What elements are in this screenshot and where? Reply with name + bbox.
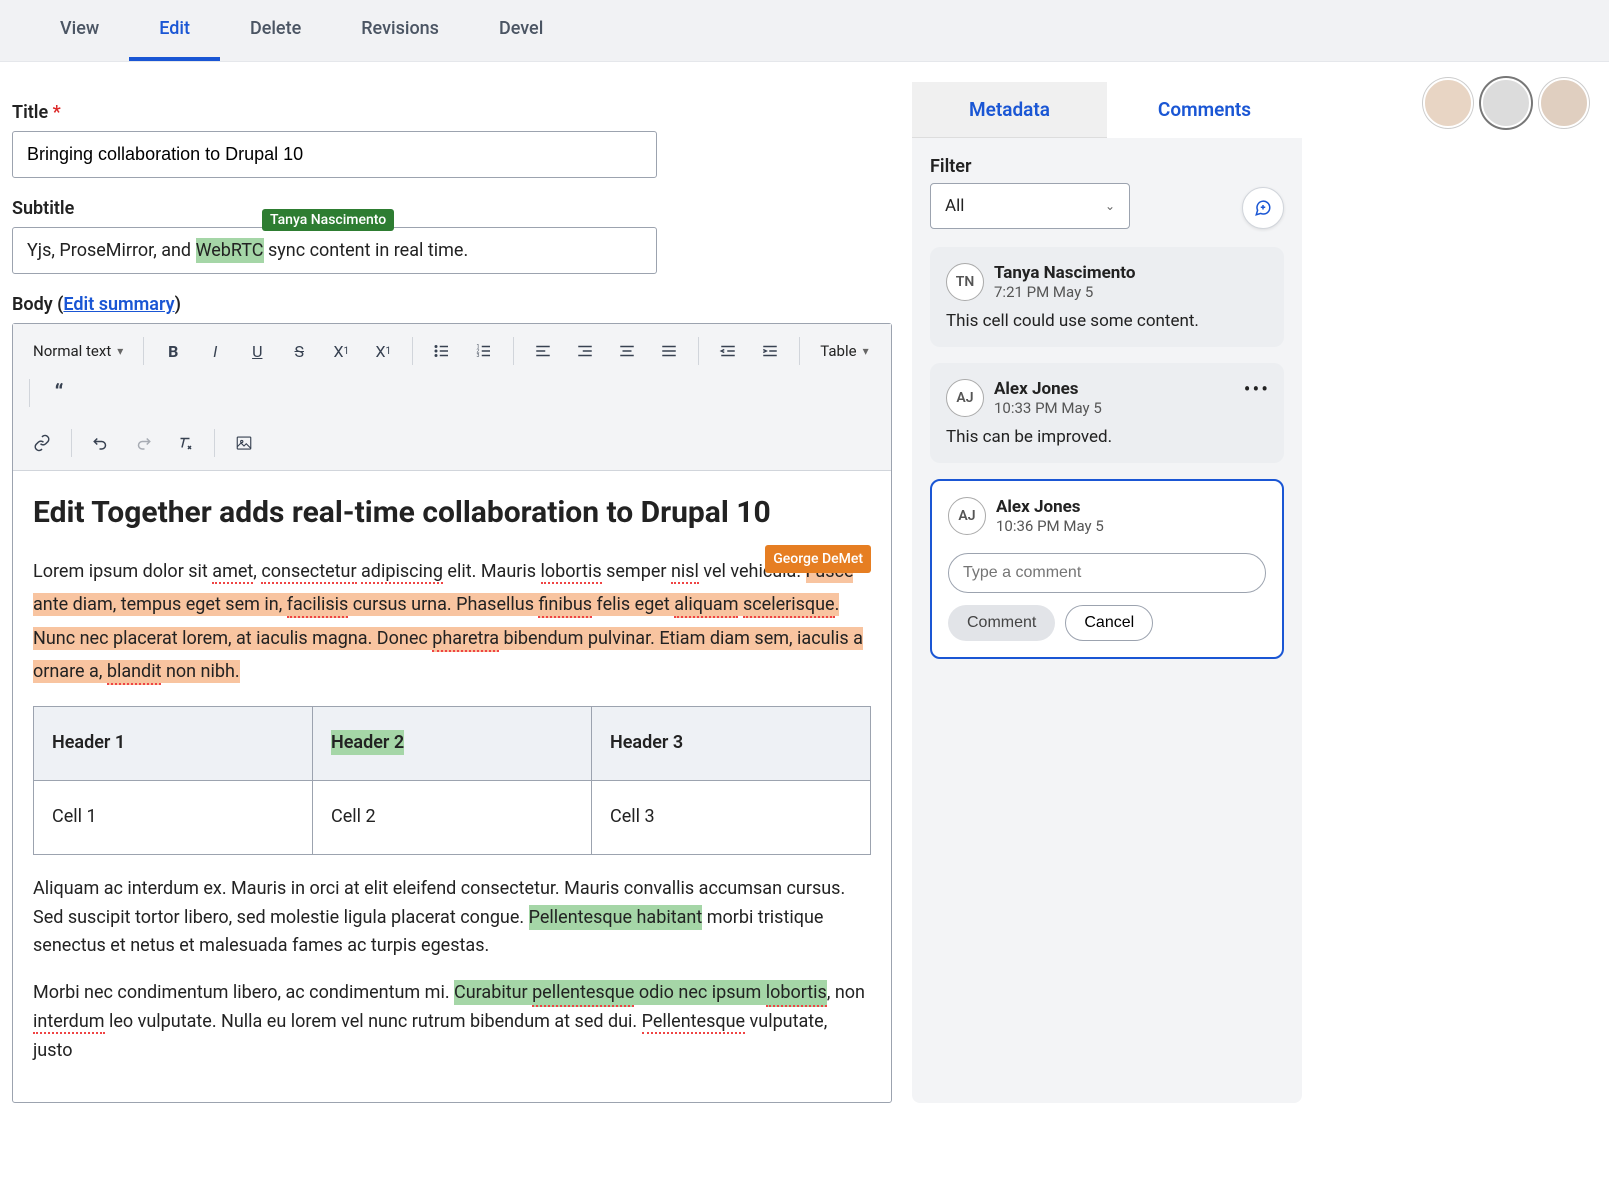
blockquote-button[interactable]: “ bbox=[40, 374, 78, 412]
comment-body: This cell could use some content. bbox=[946, 311, 1268, 331]
underline-button[interactable]: U bbox=[238, 332, 276, 370]
comment-submit-button[interactable]: Comment bbox=[948, 605, 1055, 641]
link-button[interactable] bbox=[23, 424, 61, 462]
align-center-button[interactable] bbox=[608, 332, 646, 370]
tab-devel[interactable]: Devel bbox=[469, 0, 573, 61]
content-table: Header 1 Header 2 Header 3 Cell 1 Cell 2… bbox=[33, 706, 871, 855]
table-cell-3[interactable]: Cell 3 bbox=[592, 780, 871, 854]
align-justify-button[interactable] bbox=[650, 332, 688, 370]
clear-format-button[interactable] bbox=[166, 424, 204, 462]
comment-time: 10:33 PM May 5 bbox=[994, 399, 1102, 417]
comment-input[interactable] bbox=[948, 553, 1266, 593]
superscript-button[interactable]: X1 bbox=[364, 332, 402, 370]
comment-author: Alex Jones bbox=[996, 497, 1104, 517]
subtitle-label: Subtitle bbox=[12, 198, 892, 219]
table-cell-2[interactable]: Cell 2 bbox=[313, 780, 592, 854]
tab-edit[interactable]: Edit bbox=[129, 0, 220, 61]
comment-avatar: TN bbox=[946, 263, 984, 301]
table-select[interactable]: Table ▾ bbox=[810, 336, 878, 366]
sidebar-tab-metadata[interactable]: Metadata bbox=[912, 82, 1107, 138]
outdent-button[interactable] bbox=[709, 332, 747, 370]
editor-content[interactable]: Edit Together adds real-time collaborati… bbox=[13, 471, 891, 1102]
table-header-1[interactable]: Header 1 bbox=[34, 707, 313, 781]
comment-time: 10:36 PM May 5 bbox=[996, 517, 1104, 535]
comment-plus-icon bbox=[1254, 199, 1272, 217]
body-label: Body (Edit summary) bbox=[12, 294, 892, 315]
subtitle-highlight: WebRTC bbox=[196, 238, 264, 263]
avatar-user-1[interactable] bbox=[1423, 78, 1473, 128]
bullet-list-button[interactable] bbox=[423, 332, 461, 370]
add-comment-button[interactable] bbox=[1242, 187, 1284, 229]
table-cell-1[interactable]: Cell 1 bbox=[34, 780, 313, 854]
collaborator-tag-george: George DeMet bbox=[765, 545, 871, 573]
italic-button[interactable]: I bbox=[196, 332, 234, 370]
editor-toolbar: Normal text ▾ B I U S X1 X1 123 bbox=[13, 324, 891, 471]
collaborator-tag-tanya: Tanya Nascimento bbox=[262, 209, 394, 231]
filter-label: Filter bbox=[930, 156, 1130, 177]
undo-button[interactable] bbox=[82, 424, 120, 462]
comment-avatar: AJ bbox=[948, 497, 986, 535]
table-header-3[interactable]: Header 3 bbox=[592, 707, 871, 781]
content-heading: Edit Together adds real-time collaborati… bbox=[33, 489, 871, 537]
align-left-button[interactable] bbox=[524, 332, 562, 370]
redo-button[interactable] bbox=[124, 424, 162, 462]
comment-author: Alex Jones bbox=[994, 379, 1102, 399]
sidebar-tab-comments[interactable]: Comments bbox=[1107, 82, 1302, 138]
image-button[interactable] bbox=[225, 424, 263, 462]
content-paragraph-1: Lorem ipsum dolor sit amet, consectetur … bbox=[33, 555, 871, 688]
tab-delete[interactable]: Delete bbox=[220, 0, 331, 61]
paragraph-style-select[interactable]: Normal text ▾ bbox=[23, 336, 133, 366]
bold-button[interactable]: B bbox=[154, 332, 192, 370]
numbered-list-button[interactable]: 123 bbox=[465, 332, 503, 370]
rich-text-editor: Normal text ▾ B I U S X1 X1 123 bbox=[12, 323, 892, 1103]
edit-summary-link[interactable]: Edit summary bbox=[63, 294, 174, 315]
avatar-user-2[interactable] bbox=[1481, 78, 1531, 128]
title-input[interactable] bbox=[12, 131, 657, 178]
svg-text:3: 3 bbox=[477, 353, 480, 359]
collaborator-avatars bbox=[1423, 78, 1589, 128]
comment-card-2[interactable]: ••• AJ Alex Jones 10:33 PM May 5 This ca… bbox=[930, 363, 1284, 463]
content-paragraph-2: Aliquam ac interdum ex. Mauris in orci a… bbox=[33, 875, 871, 961]
chevron-down-icon: ⌄ bbox=[1105, 199, 1115, 213]
comment-cancel-button[interactable]: Cancel bbox=[1065, 605, 1153, 641]
content-paragraph-3: Morbi nec condimentum libero, ac condime… bbox=[33, 979, 871, 1065]
comment-menu-icon[interactable]: ••• bbox=[1244, 377, 1270, 401]
subtitle-input[interactable]: Yjs, ProseMirror, and WebRTC sync conten… bbox=[12, 227, 657, 274]
title-label: Title * bbox=[12, 102, 892, 123]
comment-body: This can be improved. bbox=[946, 427, 1268, 447]
filter-select[interactable]: All ⌄ bbox=[930, 183, 1130, 229]
comment-time: 7:21 PM May 5 bbox=[994, 283, 1135, 301]
comment-avatar: AJ bbox=[946, 379, 984, 417]
table-header-2[interactable]: Header 2 bbox=[313, 707, 592, 781]
comment-author: Tanya Nascimento bbox=[994, 263, 1135, 283]
comment-card-1[interactable]: TN Tanya Nascimento 7:21 PM May 5 This c… bbox=[930, 247, 1284, 347]
primary-tab-bar: View Edit Delete Revisions Devel bbox=[0, 0, 1609, 62]
strikethrough-button[interactable]: S bbox=[280, 332, 318, 370]
new-comment-card: AJ Alex Jones 10:36 PM May 5 Comment Can… bbox=[930, 479, 1284, 659]
align-right-button[interactable] bbox=[566, 332, 604, 370]
sidebar-panel: Metadata Comments Filter All ⌄ TN bbox=[912, 82, 1302, 1103]
indent-button[interactable] bbox=[751, 332, 789, 370]
tab-revisions[interactable]: Revisions bbox=[331, 0, 469, 61]
subscript-button[interactable]: X1 bbox=[322, 332, 360, 370]
avatar-user-3[interactable] bbox=[1539, 78, 1589, 128]
tab-view[interactable]: View bbox=[30, 0, 129, 61]
